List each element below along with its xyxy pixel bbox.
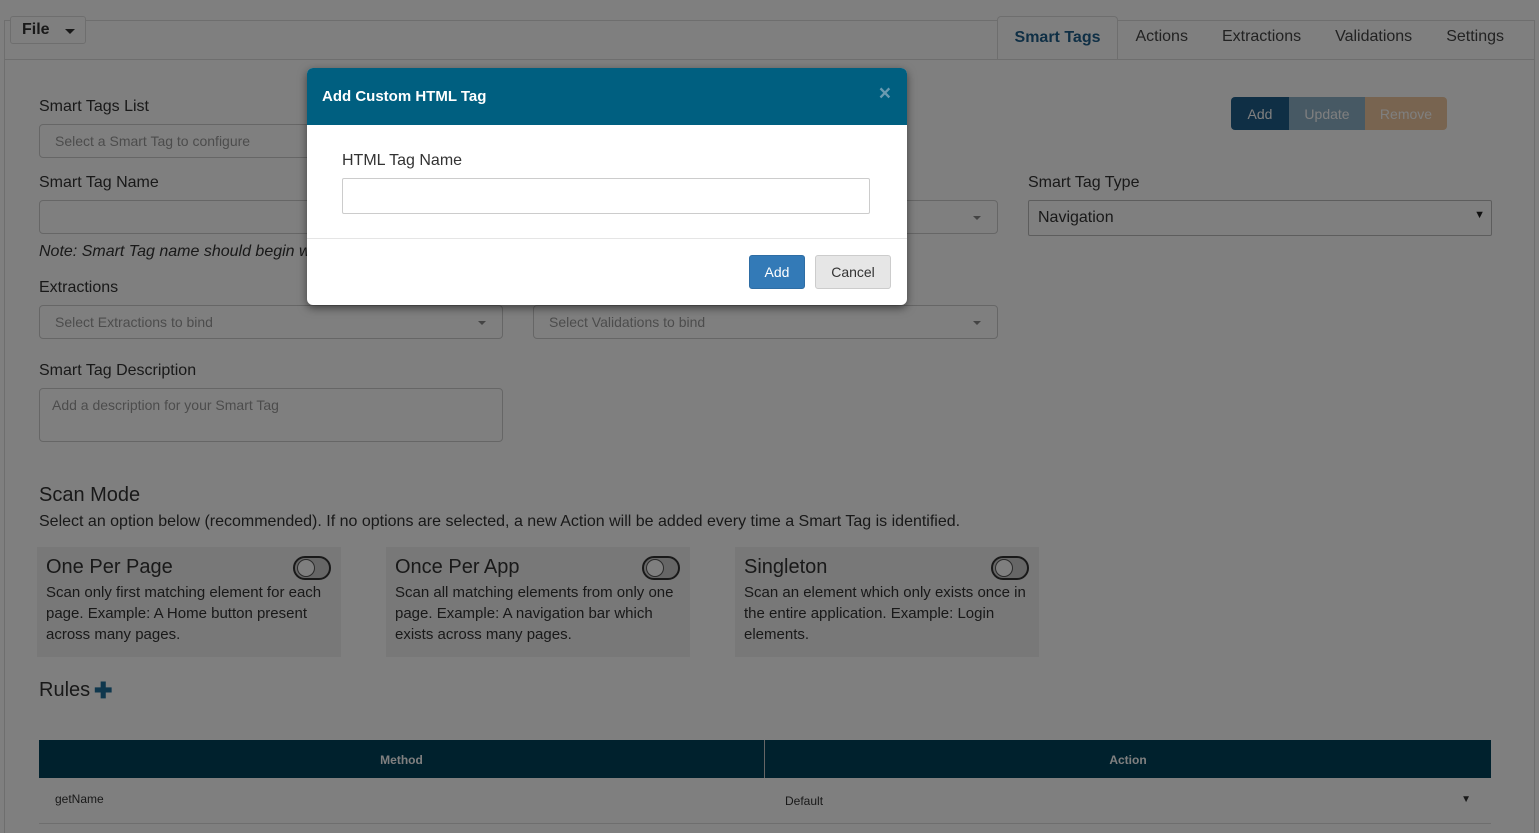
dialog-add-button[interactable]: Add <box>749 255 805 289</box>
dialog-body: HTML Tag Name <box>307 125 907 239</box>
html-tag-name-label: HTML Tag Name <box>342 152 463 169</box>
dialog-title: Add Custom HTML Tag <box>322 88 487 105</box>
close-icon[interactable]: × <box>879 82 891 106</box>
dialog-header: Add Custom HTML Tag × <box>307 68 907 125</box>
dialog-footer: Add Cancel <box>307 239 907 303</box>
html-tag-name-input[interactable] <box>342 178 870 214</box>
add-custom-html-tag-dialog: Add Custom HTML Tag × HTML Tag Name Add … <box>307 68 907 305</box>
dialog-cancel-button[interactable]: Cancel <box>815 255 891 289</box>
